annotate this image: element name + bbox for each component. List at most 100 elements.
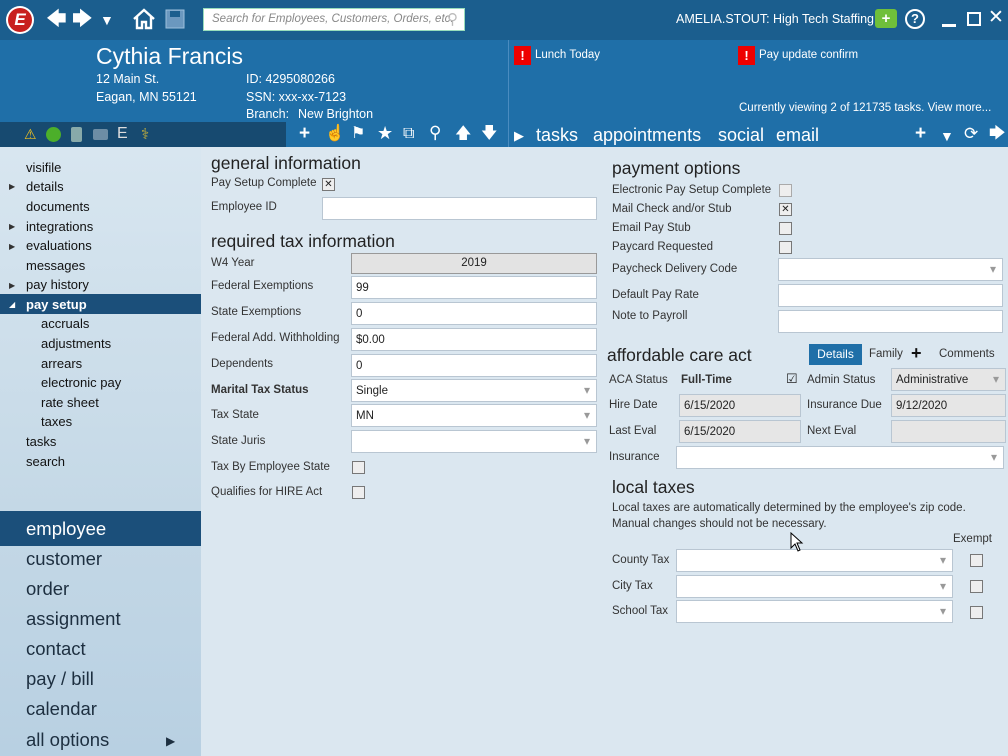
app-logo[interactable]: E — [6, 6, 34, 34]
insurance-due-field[interactable]: 9/12/2020 — [891, 394, 1006, 417]
sidebar-subitem-taxes[interactable]: taxes — [41, 414, 72, 429]
alert-pay-update[interactable]: Pay update confirm — [759, 49, 858, 61]
federal-exemptions-field[interactable]: 99 — [351, 276, 597, 299]
email-stub-checkbox[interactable] — [779, 222, 792, 235]
sidebar-item-evaluations[interactable]: evaluations — [26, 238, 92, 253]
all-options-arrow-icon[interactable]: ▶ — [166, 734, 175, 748]
sidebar-item-integrations[interactable]: integrations — [26, 219, 93, 234]
pointer-icon[interactable]: ☝ — [325, 124, 345, 144]
nav-pay-bill[interactable]: pay / bill — [26, 668, 94, 690]
hire-date-field[interactable]: 6/15/2020 — [679, 394, 801, 417]
county-exempt-checkbox[interactable] — [970, 554, 983, 567]
federal-add-withholding-field[interactable]: $0.00 — [351, 328, 597, 351]
school-tax-select[interactable] — [676, 600, 953, 623]
city-tax-select[interactable] — [676, 575, 953, 598]
state-exemptions-field[interactable]: 0 — [351, 302, 597, 325]
search-icon[interactable]: ⚲ — [447, 10, 458, 28]
tab-appointments[interactable]: appointments — [593, 125, 701, 146]
admin-status-select[interactable]: Administrative — [891, 368, 1006, 391]
note-to-payroll-field[interactable] — [778, 310, 1003, 333]
card-icon[interactable] — [93, 129, 108, 140]
sidebar-item-tasks[interactable]: tasks — [26, 434, 56, 449]
expand-arrow-icon[interactable]: ▶ — [9, 281, 15, 290]
nav-calendar[interactable]: calendar — [26, 698, 97, 720]
search-record-icon[interactable]: ⚲ — [429, 123, 441, 143]
help-icon[interactable]: ? — [905, 9, 925, 29]
county-tax-select[interactable] — [676, 549, 953, 572]
external-link-icon[interactable]: ⧉ — [403, 124, 414, 144]
save-icon[interactable] — [165, 9, 185, 34]
view-more-link[interactable]: Currently viewing 2 of 121735 tasks. Vie… — [739, 102, 991, 114]
warning-icon[interactable]: ⚠ — [24, 126, 37, 143]
city-exempt-checkbox[interactable] — [970, 580, 983, 593]
employee-id-field[interactable] — [322, 197, 597, 220]
refresh-icon[interactable]: ⟳ — [964, 124, 978, 144]
last-eval-field[interactable]: 6/15/2020 — [679, 420, 801, 443]
tax-by-state-checkbox[interactable] — [352, 461, 365, 474]
sidebar-item-details[interactable]: details — [26, 179, 64, 194]
tax-state-select[interactable]: MN — [351, 404, 597, 427]
add-task-icon[interactable]: + — [915, 124, 926, 144]
nav-contact[interactable]: contact — [26, 638, 86, 660]
school-exempt-checkbox[interactable] — [970, 606, 983, 619]
delivery-code-select[interactable] — [778, 258, 1003, 281]
sidebar-item-pay-setup[interactable]: pay setup — [26, 297, 87, 312]
tab-family[interactable]: Family — [869, 348, 903, 360]
sidebar-item-pay-history[interactable]: pay history — [26, 277, 89, 292]
down-arrow-icon[interactable]: 🡇 — [481, 124, 497, 144]
maximize-icon[interactable] — [967, 12, 981, 26]
history-dropdown-icon[interactable]: ▼ — [100, 10, 114, 30]
next-icon[interactable]: 🡆 — [989, 124, 1006, 144]
expand-arrow-icon[interactable]: ▶ — [9, 222, 15, 231]
w4-year-field[interactable]: 2019 — [351, 253, 597, 274]
clipboard-icon[interactable] — [71, 127, 82, 142]
sidebar-subitem-rate-sheet[interactable]: rate sheet — [41, 395, 99, 410]
tab-comments[interactable]: Comments — [939, 348, 995, 360]
e-verify-icon[interactable]: E — [117, 125, 128, 143]
dependents-field[interactable]: 0 — [351, 354, 597, 377]
global-search-input[interactable]: Search for Employees, Customers, Orders,… — [203, 8, 465, 31]
sidebar-item-documents[interactable]: documents — [26, 199, 90, 214]
marital-status-select[interactable]: Single — [351, 379, 597, 402]
nav-all-options[interactable]: all options — [26, 729, 109, 751]
add-icon[interactable]: + — [299, 124, 310, 144]
sidebar-subitem-adjustments[interactable]: adjustments — [41, 336, 111, 351]
tab-tasks[interactable]: tasks — [536, 125, 578, 146]
star-icon[interactable]: ★ — [377, 123, 393, 143]
home-icon[interactable] — [132, 8, 156, 35]
filter-icon[interactable]: ▼ — [940, 126, 954, 146]
sidebar-subitem-electronic-pay[interactable]: electronic pay — [41, 375, 121, 390]
tab-email[interactable]: email — [776, 125, 819, 146]
sidebar-subitem-accruals[interactable]: accruals — [41, 316, 89, 331]
edit-checkbox-icon[interactable]: ☑ — [786, 371, 798, 387]
tab-details[interactable]: Details — [809, 344, 862, 365]
nav-employee[interactable]: employee — [26, 518, 106, 540]
insurance-select[interactable] — [676, 446, 1004, 469]
back-arrow-icon[interactable]: 🡄 — [46, 9, 67, 29]
nav-assignment[interactable]: assignment — [26, 608, 121, 630]
minimize-icon[interactable] — [942, 24, 956, 27]
add-icon[interactable]: + — [911, 343, 922, 364]
sidebar-item-search[interactable]: search — [26, 454, 65, 469]
default-pay-rate-field[interactable] — [778, 284, 1003, 307]
medical-icon[interactable]: ⚕ — [141, 125, 149, 143]
next-eval-field[interactable] — [891, 420, 1006, 443]
state-juris-select[interactable] — [351, 430, 597, 453]
hire-act-checkbox[interactable] — [352, 486, 365, 499]
paycard-checkbox[interactable] — [779, 241, 792, 254]
forward-arrow-icon[interactable]: 🡆 — [72, 9, 93, 29]
expand-arrow-icon[interactable]: ▶ — [9, 242, 15, 251]
up-arrow-icon[interactable]: 🡅 — [455, 124, 471, 144]
medkit-icon[interactable]: + — [875, 9, 897, 28]
sidebar-subitem-arrears[interactable]: arrears — [41, 356, 82, 371]
nav-order[interactable]: order — [26, 578, 69, 600]
tab-social[interactable]: social — [718, 125, 764, 146]
close-icon[interactable]: ✕ — [988, 8, 1004, 28]
electronic-pay-checkbox[interactable] — [779, 184, 792, 197]
alert-lunch[interactable]: Lunch Today — [535, 49, 600, 61]
mail-check-checkbox[interactable]: ✕ — [779, 203, 792, 216]
pay-setup-complete-checkbox[interactable]: ✕ — [322, 178, 335, 191]
expand-icon[interactable]: ▶ — [514, 126, 524, 146]
flag-icon[interactable]: ⚑ — [351, 124, 365, 144]
status-green-icon[interactable] — [46, 127, 61, 142]
